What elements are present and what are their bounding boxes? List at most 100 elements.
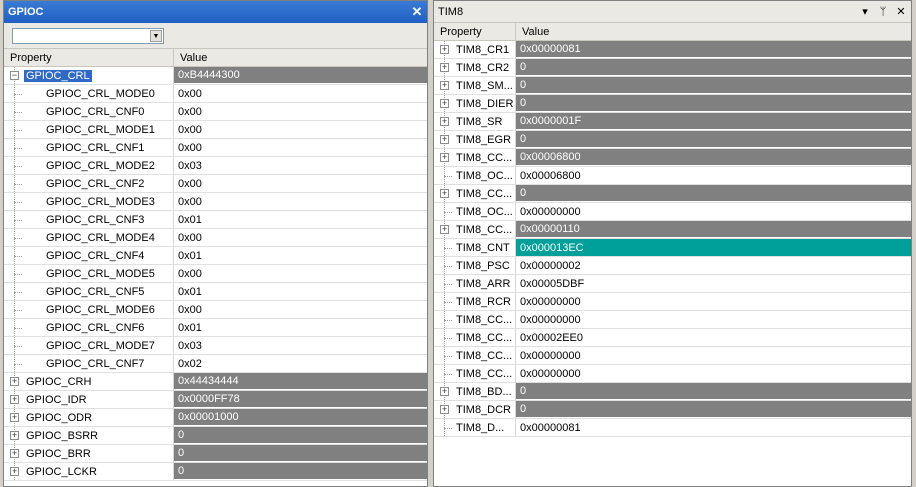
property-value[interactable]: 0x000013EC [516, 239, 911, 256]
property-name-cell[interactable]: GPIOC_CRL_MODE3 [4, 193, 174, 210]
property-column-header[interactable]: Property [434, 23, 516, 40]
property-name-cell[interactable]: GPIOC_CRL_CNF2 [4, 175, 174, 192]
property-name-cell[interactable]: TIM8_PSC [434, 257, 516, 274]
property-row[interactable]: GPIOC_CRL_MODE2 0x03 [4, 157, 427, 175]
property-value[interactable]: 0x00006800 [516, 167, 911, 184]
property-row[interactable]: TIM8_OC... 0x00006800 [434, 167, 911, 185]
property-value[interactable]: 0x44434444 [174, 373, 427, 390]
expand-icon[interactable]: + [440, 45, 449, 54]
property-name-cell[interactable]: TIM8_CC... [434, 365, 516, 382]
property-value[interactable]: 0 [516, 185, 911, 202]
property-row[interactable]: TIM8_OC... 0x00000000 [434, 203, 911, 221]
property-row[interactable]: GPIOC_CRL_CNF2 0x00 [4, 175, 427, 193]
dropdown-icon[interactable]: ▾ [857, 4, 873, 20]
expand-icon[interactable]: + [440, 63, 449, 72]
property-value[interactable]: 0x01 [174, 211, 427, 228]
property-row[interactable]: GPIOC_CRL_MODE7 0x03 [4, 337, 427, 355]
property-name-cell[interactable]: + TIM8_CC... [434, 185, 516, 202]
property-value[interactable]: 0x00000000 [516, 365, 911, 382]
property-row[interactable]: + GPIOC_LCKR 0 [4, 463, 427, 481]
property-name-cell[interactable]: GPIOC_CRL_CNF1 [4, 139, 174, 156]
property-column-header[interactable]: Property [4, 49, 174, 66]
property-value[interactable]: 0x00000081 [516, 41, 911, 58]
property-name-cell[interactable]: + GPIOC_IDR [4, 391, 174, 408]
property-name-cell[interactable]: + TIM8_SR [434, 113, 516, 130]
property-name-cell[interactable]: + TIM8_CC... [434, 149, 516, 166]
property-value[interactable]: 0xB4444300 [174, 67, 427, 84]
property-name-cell[interactable]: + GPIOC_BRR [4, 445, 174, 462]
property-row[interactable]: TIM8_CNT 0x000013EC [434, 239, 911, 257]
property-value[interactable]: 0x00 [174, 85, 427, 102]
expand-icon[interactable]: + [440, 189, 449, 198]
property-value[interactable]: 0 [516, 59, 911, 76]
expand-icon[interactable]: + [440, 225, 449, 234]
property-value[interactable]: 0x00 [174, 175, 427, 192]
property-name-cell[interactable]: TIM8_CC... [434, 347, 516, 364]
property-row[interactable]: + TIM8_DIER 0 [434, 95, 911, 113]
collapse-icon[interactable]: − [10, 71, 19, 80]
property-name-cell[interactable]: TIM8_D... [434, 419, 516, 436]
property-row[interactable]: TIM8_CC... 0x00000000 [434, 311, 911, 329]
property-value[interactable]: 0x00000000 [516, 203, 911, 220]
expand-icon[interactable]: + [440, 387, 449, 396]
property-row[interactable]: + TIM8_CC... 0x00000110 [434, 221, 911, 239]
close-icon[interactable]: ✕ [409, 4, 425, 20]
property-value[interactable]: 0x01 [174, 319, 427, 336]
property-name-cell[interactable]: TIM8_RCR [434, 293, 516, 310]
property-name-cell[interactable]: + TIM8_CR1 [434, 41, 516, 58]
property-value[interactable]: 0x00000000 [516, 311, 911, 328]
property-value[interactable]: 0x00 [174, 103, 427, 120]
expand-icon[interactable]: + [440, 81, 449, 90]
property-row[interactable]: TIM8_RCR 0x00000000 [434, 293, 911, 311]
property-value[interactable]: 0x00001000 [174, 409, 427, 426]
property-name-cell[interactable]: + TIM8_CR2 [434, 59, 516, 76]
property-row[interactable]: + TIM8_SM... 0 [434, 77, 911, 95]
property-row[interactable]: + TIM8_CR2 0 [434, 59, 911, 77]
property-name-cell[interactable]: GPIOC_CRL_CNF7 [4, 355, 174, 372]
property-value[interactable]: 0x00000081 [516, 419, 911, 436]
close-icon[interactable]: ✕ [893, 4, 909, 20]
property-name-cell[interactable]: − GPIOC_CRL [4, 67, 174, 84]
property-row[interactable]: GPIOC_CRL_CNF4 0x01 [4, 247, 427, 265]
property-value[interactable]: 0x02 [174, 355, 427, 372]
expand-icon[interactable]: + [10, 395, 19, 404]
property-value[interactable]: 0x03 [174, 157, 427, 174]
property-name-cell[interactable]: GPIOC_CRL_MODE1 [4, 121, 174, 138]
property-row[interactable]: GPIOC_CRL_CNF6 0x01 [4, 319, 427, 337]
expand-icon[interactable]: + [10, 431, 19, 440]
value-column-header[interactable]: Value [516, 26, 549, 38]
property-value[interactable]: 0x03 [174, 337, 427, 354]
property-row[interactable]: + GPIOC_BRR 0 [4, 445, 427, 463]
property-name-cell[interactable]: + TIM8_BD... [434, 383, 516, 400]
property-name-cell[interactable]: TIM8_CNT [434, 239, 516, 256]
property-row[interactable]: TIM8_CC... 0x00000000 [434, 347, 911, 365]
register-select[interactable]: ▼ [12, 28, 164, 44]
property-value[interactable]: 0x00000002 [516, 257, 911, 274]
property-value[interactable]: 0x00000110 [516, 221, 911, 238]
expand-icon[interactable]: + [10, 467, 19, 476]
property-row[interactable]: + GPIOC_CRH 0x44434444 [4, 373, 427, 391]
pin-icon[interactable]: ᛘ [875, 4, 891, 20]
property-name-cell[interactable]: TIM8_OC... [434, 203, 516, 220]
property-row[interactable]: GPIOC_CRL_CNF0 0x00 [4, 103, 427, 121]
property-row[interactable]: + GPIOC_BSRR 0 [4, 427, 427, 445]
property-value[interactable]: 0 [516, 401, 911, 418]
property-value[interactable]: 0x00000000 [516, 293, 911, 310]
expand-icon[interactable]: + [440, 117, 449, 126]
property-value[interactable]: 0x00000000 [516, 347, 911, 364]
property-value[interactable]: 0x00 [174, 265, 427, 282]
property-row[interactable]: TIM8_CC... 0x00002EE0 [434, 329, 911, 347]
property-name-cell[interactable]: + GPIOC_BSRR [4, 427, 174, 444]
property-value[interactable]: 0 [516, 95, 911, 112]
property-name-cell[interactable]: + TIM8_EGR [434, 131, 516, 148]
property-row[interactable]: GPIOC_CRL_MODE4 0x00 [4, 229, 427, 247]
property-value[interactable]: 0x00005DBF [516, 275, 911, 292]
property-row[interactable]: + TIM8_CC... 0 [434, 185, 911, 203]
property-row[interactable]: GPIOC_CRL_CNF7 0x02 [4, 355, 427, 373]
property-row[interactable]: + TIM8_CR1 0x00000081 [434, 41, 911, 59]
property-row[interactable]: + TIM8_CC... 0x00006800 [434, 149, 911, 167]
property-value[interactable]: 0x00 [174, 121, 427, 138]
property-row[interactable]: TIM8_CC... 0x00000000 [434, 365, 911, 383]
property-value[interactable]: 0x0000FF78 [174, 391, 427, 408]
property-value[interactable]: 0x00 [174, 301, 427, 318]
